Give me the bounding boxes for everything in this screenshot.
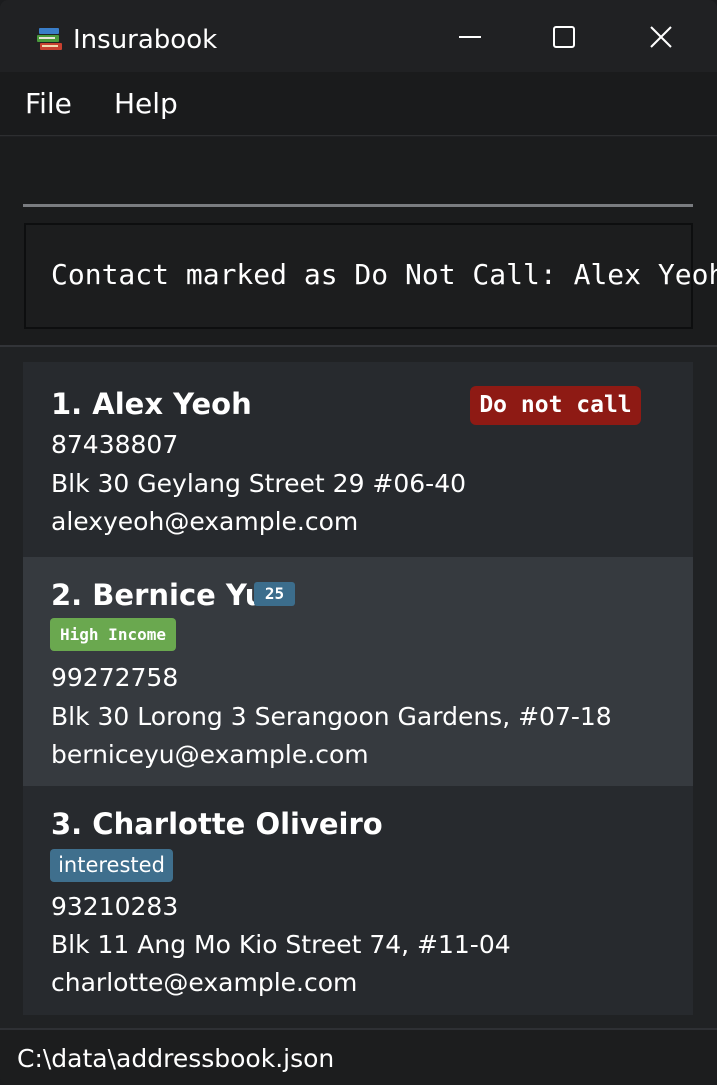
command-input[interactable] [23, 161, 693, 207]
age-badge: 25 [254, 582, 295, 606]
contact-email: alexyeoh@example.com [51, 507, 359, 536]
high-income-tag: High Income [50, 618, 176, 651]
contact-card[interactable]: 3. Charlotte Oliveiro interested 9321028… [23, 786, 693, 1015]
close-icon [650, 26, 672, 48]
data-file-path: C:\data\addressbook.json [17, 1044, 335, 1073]
contact-card[interactable]: 1. Alex Yeoh Do not call 87438807 Blk 30… [23, 362, 693, 557]
result-display: Contact marked as Do Not Call: Alex Yeoh [24, 223, 717, 329]
window-title: Insurabook [73, 25, 218, 55]
result-message: Contact marked as Do Not Call: Alex Yeoh [51, 258, 717, 291]
contact-address: Blk 30 Geylang Street 29 #06-40 [51, 469, 467, 498]
contact-address: Blk 11 Ang Mo Kio Street 74, #11-04 [51, 930, 511, 959]
close-button[interactable] [614, 0, 710, 72]
contact-name: 2. Bernice Yu [51, 578, 266, 612]
contact-name: 3. Charlotte Oliveiro [51, 807, 383, 841]
interested-tag: interested [50, 849, 173, 882]
contact-name: 1. Alex Yeoh [51, 387, 252, 421]
menu-bar: File Help [0, 72, 717, 136]
maximize-icon [553, 26, 575, 48]
minimize-button[interactable] [422, 0, 518, 72]
app-window: Insurabook File Help Contact marked as D… [0, 0, 717, 1085]
command-area: Contact marked as Do Not Call: Alex Yeoh [0, 137, 717, 345]
title-bar: Insurabook [0, 0, 717, 72]
menu-file[interactable]: File [25, 86, 72, 122]
books-icon [37, 28, 62, 50]
contact-phone: 93210283 [51, 892, 179, 921]
status-bar: C:\data\addressbook.json [0, 1028, 717, 1085]
contact-email: berniceyu@example.com [51, 740, 369, 769]
contact-card[interactable]: 2. Bernice Yu 25 High Income 99272758 Bl… [23, 557, 693, 786]
contact-phone: 87438807 [51, 430, 179, 459]
contact-email: charlotte@example.com [51, 968, 358, 997]
do-not-call-badge: Do not call [470, 386, 641, 425]
maximize-button[interactable] [518, 0, 614, 72]
menu-help[interactable]: Help [114, 86, 178, 122]
minimize-icon [459, 36, 481, 38]
contact-list[interactable]: 1. Alex Yeoh Do not call 87438807 Blk 30… [0, 345, 717, 1028]
contact-address: Blk 30 Lorong 3 Serangoon Gardens, #07-1… [51, 702, 612, 731]
contact-phone: 99272758 [51, 663, 179, 692]
